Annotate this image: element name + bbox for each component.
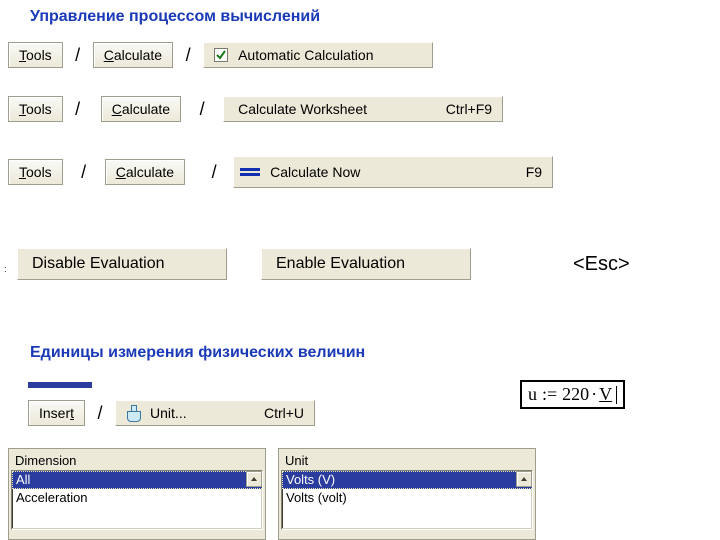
underline-decoration xyxy=(28,382,92,388)
list-item[interactable]: Acceleration xyxy=(12,489,262,507)
checkbox-icon xyxy=(214,48,228,62)
unit-group: Unit Volts (V) Volts (volt) xyxy=(278,448,536,540)
cursor-icon xyxy=(616,386,617,404)
expr-unit: V xyxy=(599,384,612,405)
slash: / xyxy=(203,162,225,183)
tools-button-1[interactable]: Tools xyxy=(8,42,63,68)
expr-assign: := xyxy=(542,384,557,405)
slash: / xyxy=(191,99,213,120)
unit-label: Unit xyxy=(281,453,533,470)
slash: / xyxy=(67,99,89,120)
tools-button-3[interactable]: Tools xyxy=(8,159,63,185)
calculate-now-menu-item[interactable]: Calculate Now F9 xyxy=(233,156,553,188)
equals-icon xyxy=(240,165,260,179)
expr-lhs: u xyxy=(528,384,537,405)
slash: / xyxy=(89,403,111,424)
calc-worksheet-label: Calculate Worksheet xyxy=(238,101,367,117)
expr-dot: · xyxy=(591,384,597,405)
calculate-worksheet-menu-item[interactable]: Calculate Worksheet Ctrl+F9 xyxy=(223,96,503,122)
calculate-label: Calculate xyxy=(104,47,162,63)
dimension-label: Dimension xyxy=(11,453,263,470)
unit-menu-item[interactable]: Unit... Ctrl+U xyxy=(115,400,315,426)
slash: / xyxy=(73,162,95,183)
list-item[interactable]: Volts (V) xyxy=(282,471,532,489)
disable-eval-label: Disable Evaluation xyxy=(32,255,165,273)
tools-button-2[interactable]: Tools xyxy=(8,96,63,122)
scroll-up-button[interactable] xyxy=(246,471,262,487)
list-item[interactable]: All xyxy=(12,471,262,489)
unit-listbox[interactable]: Volts (V) Volts (volt) xyxy=(281,470,533,530)
scroll-up-button[interactable] xyxy=(516,471,532,487)
tiny-colon: : xyxy=(4,264,7,274)
enable-evaluation-menu-item[interactable]: Enable Evaluation xyxy=(261,248,471,280)
dimension-group: Dimension All Acceleration xyxy=(8,448,266,540)
calc-now-label: Calculate Now xyxy=(270,164,360,180)
enable-eval-label: Enable Evaluation xyxy=(276,255,405,273)
calc-worksheet-shortcut: Ctrl+F9 xyxy=(446,101,492,117)
calculate-button-2[interactable]: Calculate xyxy=(101,96,181,122)
slash: / xyxy=(177,45,199,66)
tools-label: Tools xyxy=(19,47,52,63)
unit-menu-label: Unit... xyxy=(150,405,187,421)
dimension-listbox[interactable]: All Acceleration xyxy=(11,470,263,530)
expression-box[interactable]: u := 220 · V xyxy=(520,380,625,409)
expr-num: 220 xyxy=(562,384,589,405)
calc-now-shortcut: F9 xyxy=(526,164,542,180)
esc-key-text: <Esc> xyxy=(573,253,630,276)
automatic-calculation-menu-item[interactable]: Automatic Calculation xyxy=(203,42,433,68)
calculate-button-3[interactable]: Calculate xyxy=(105,159,185,185)
heading-units: Единицы измерения физических величин xyxy=(30,344,365,362)
beaker-icon xyxy=(126,405,142,421)
list-item[interactable]: Volts (volt) xyxy=(282,489,532,507)
auto-calc-label: Automatic Calculation xyxy=(238,47,373,63)
calculate-button-1[interactable]: Calculate xyxy=(93,42,173,68)
insert-button[interactable]: Insert xyxy=(28,400,85,426)
disable-evaluation-menu-item[interactable]: Disable Evaluation xyxy=(17,248,227,280)
heading-calc-control: Управление процессом вычислений xyxy=(30,8,320,26)
unit-menu-shortcut: Ctrl+U xyxy=(264,405,304,421)
slash: / xyxy=(67,45,89,66)
